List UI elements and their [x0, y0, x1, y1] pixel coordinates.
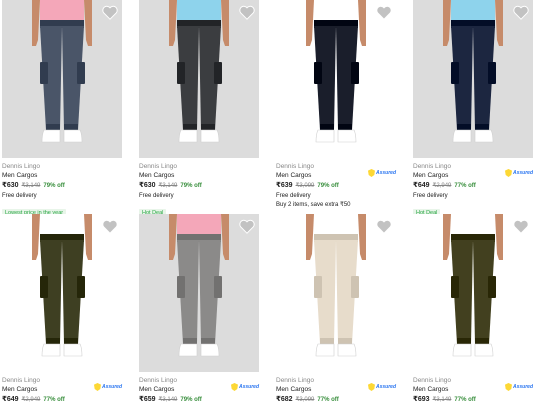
- selling-price: ₹693: [413, 396, 430, 403]
- wishlist-heart-icon[interactable]: [239, 5, 255, 20]
- product-title[interactable]: Men Cargos: [2, 171, 122, 180]
- assured-badge: Assured: [367, 169, 396, 177]
- discount-percent: 79% off: [317, 183, 339, 189]
- original-price: ₹3,149: [158, 183, 178, 189]
- selling-price: ₹649: [2, 396, 19, 403]
- assured-label: Assured: [238, 384, 259, 390]
- assured-badge: Assured: [367, 383, 396, 391]
- selling-price: ₹659: [139, 396, 156, 403]
- product-image[interactable]: [413, 214, 533, 372]
- discount-percent: 79% off: [180, 397, 202, 403]
- discount-percent: 77% off: [43, 397, 65, 403]
- wishlist-heart-icon[interactable]: [513, 5, 529, 20]
- discount-percent: 79% off: [43, 183, 65, 189]
- original-price: ₹3,099: [295, 183, 315, 189]
- selling-price: ₹682: [276, 396, 293, 403]
- delivery-info: Free delivery: [276, 193, 311, 199]
- price-row: ₹659 ₹3,149 79% off: [139, 394, 259, 406]
- original-price: ₹3,149: [21, 183, 41, 189]
- product-title[interactable]: Men Cargos: [139, 171, 259, 180]
- discount-percent: 77% off: [454, 183, 476, 189]
- wishlist-heart-icon[interactable]: [513, 219, 529, 234]
- wishlist-heart-icon[interactable]: [376, 5, 392, 20]
- assured-label: Assured: [375, 170, 396, 176]
- product-image[interactable]: [413, 0, 533, 158]
- assured-badge: Assured: [504, 383, 533, 391]
- discount-percent: 77% off: [317, 397, 339, 403]
- original-price: ₹2,949: [21, 397, 41, 403]
- assured-badge: Assured: [230, 383, 259, 391]
- discount-percent: 79% off: [180, 183, 202, 189]
- original-price: ₹3,149: [432, 397, 452, 403]
- product-brand: Dennis Lingo: [2, 163, 40, 170]
- product-card[interactable]: Dennis Lingo Assured Men Cargos ₹639 ₹3,…: [276, 0, 396, 210]
- price-row: ₹630 ₹3,149 79% off: [2, 180, 122, 192]
- product-image[interactable]: [276, 0, 396, 158]
- shield-icon: [504, 169, 512, 177]
- product-image[interactable]: [276, 214, 396, 372]
- original-price: ₹3,099: [295, 397, 315, 403]
- shield-icon: [93, 383, 101, 391]
- assured-badge: Assured: [504, 169, 533, 177]
- price-row: ₹639 ₹3,099 79% off: [276, 180, 396, 192]
- original-price: ₹2,949: [432, 183, 452, 189]
- product-image[interactable]: [2, 0, 122, 158]
- product-card[interactable]: Dennis Lingo Men Cargos ₹630 ₹3,149 79% …: [2, 0, 122, 219]
- discount-percent: 77% off: [454, 397, 476, 403]
- original-price: ₹3,149: [158, 397, 178, 403]
- delivery-info: Free delivery: [413, 193, 448, 199]
- selling-price: ₹630: [139, 182, 156, 189]
- delivery-info: Free delivery: [139, 193, 174, 199]
- shield-icon: [367, 169, 375, 177]
- product-card[interactable]: Dennis Lingo Men Cargos ₹630 ₹3,149 79% …: [139, 0, 259, 219]
- shield-icon: [504, 383, 512, 391]
- assured-label: Assured: [101, 384, 122, 390]
- price-row: ₹649 ₹2,949 77% off: [2, 394, 122, 406]
- wishlist-heart-icon[interactable]: [102, 5, 118, 20]
- assured-label: Assured: [375, 384, 396, 390]
- delivery-info: Free delivery: [2, 193, 37, 199]
- product-brand: Dennis Lingo: [139, 163, 177, 170]
- selling-price: ₹630: [2, 182, 19, 189]
- wishlist-heart-icon[interactable]: [376, 219, 392, 234]
- bank-offer-text: Buy 2 items, save extra ₹50: [276, 202, 351, 208]
- shield-icon: [367, 383, 375, 391]
- price-row: ₹649 ₹2,949 77% off: [413, 180, 533, 192]
- product-card[interactable]: Dennis Lingo Assured Men Cargos ₹649 ₹2,…: [413, 0, 533, 219]
- shield-icon: [230, 383, 238, 391]
- assured-label: Assured: [512, 384, 533, 390]
- product-card[interactable]: Dennis Lingo Assured Men Cargos ₹659 ₹3,…: [139, 214, 259, 406]
- product-card[interactable]: Dennis Lingo Assured Men Cargos ₹693 ₹3,…: [413, 214, 533, 406]
- wishlist-heart-icon[interactable]: [239, 219, 255, 234]
- product-image[interactable]: [2, 214, 122, 372]
- price-row: ₹682 ₹3,099 77% off: [276, 394, 396, 406]
- assured-badge: Assured: [93, 383, 122, 391]
- product-image[interactable]: [139, 214, 259, 372]
- wishlist-heart-icon[interactable]: [102, 219, 118, 234]
- assured-label: Assured: [512, 170, 533, 176]
- product-image[interactable]: [139, 0, 259, 158]
- product-card[interactable]: Dennis Lingo Assured Men Cargos ₹649 ₹2,…: [2, 214, 122, 406]
- selling-price: ₹639: [276, 182, 293, 189]
- price-row: ₹630 ₹3,149 79% off: [139, 180, 259, 192]
- price-row: ₹693 ₹3,149 77% off: [413, 394, 533, 406]
- selling-price: ₹649: [413, 182, 430, 189]
- product-card[interactable]: Dennis Lingo Assured Men Cargos ₹682 ₹3,…: [276, 214, 396, 406]
